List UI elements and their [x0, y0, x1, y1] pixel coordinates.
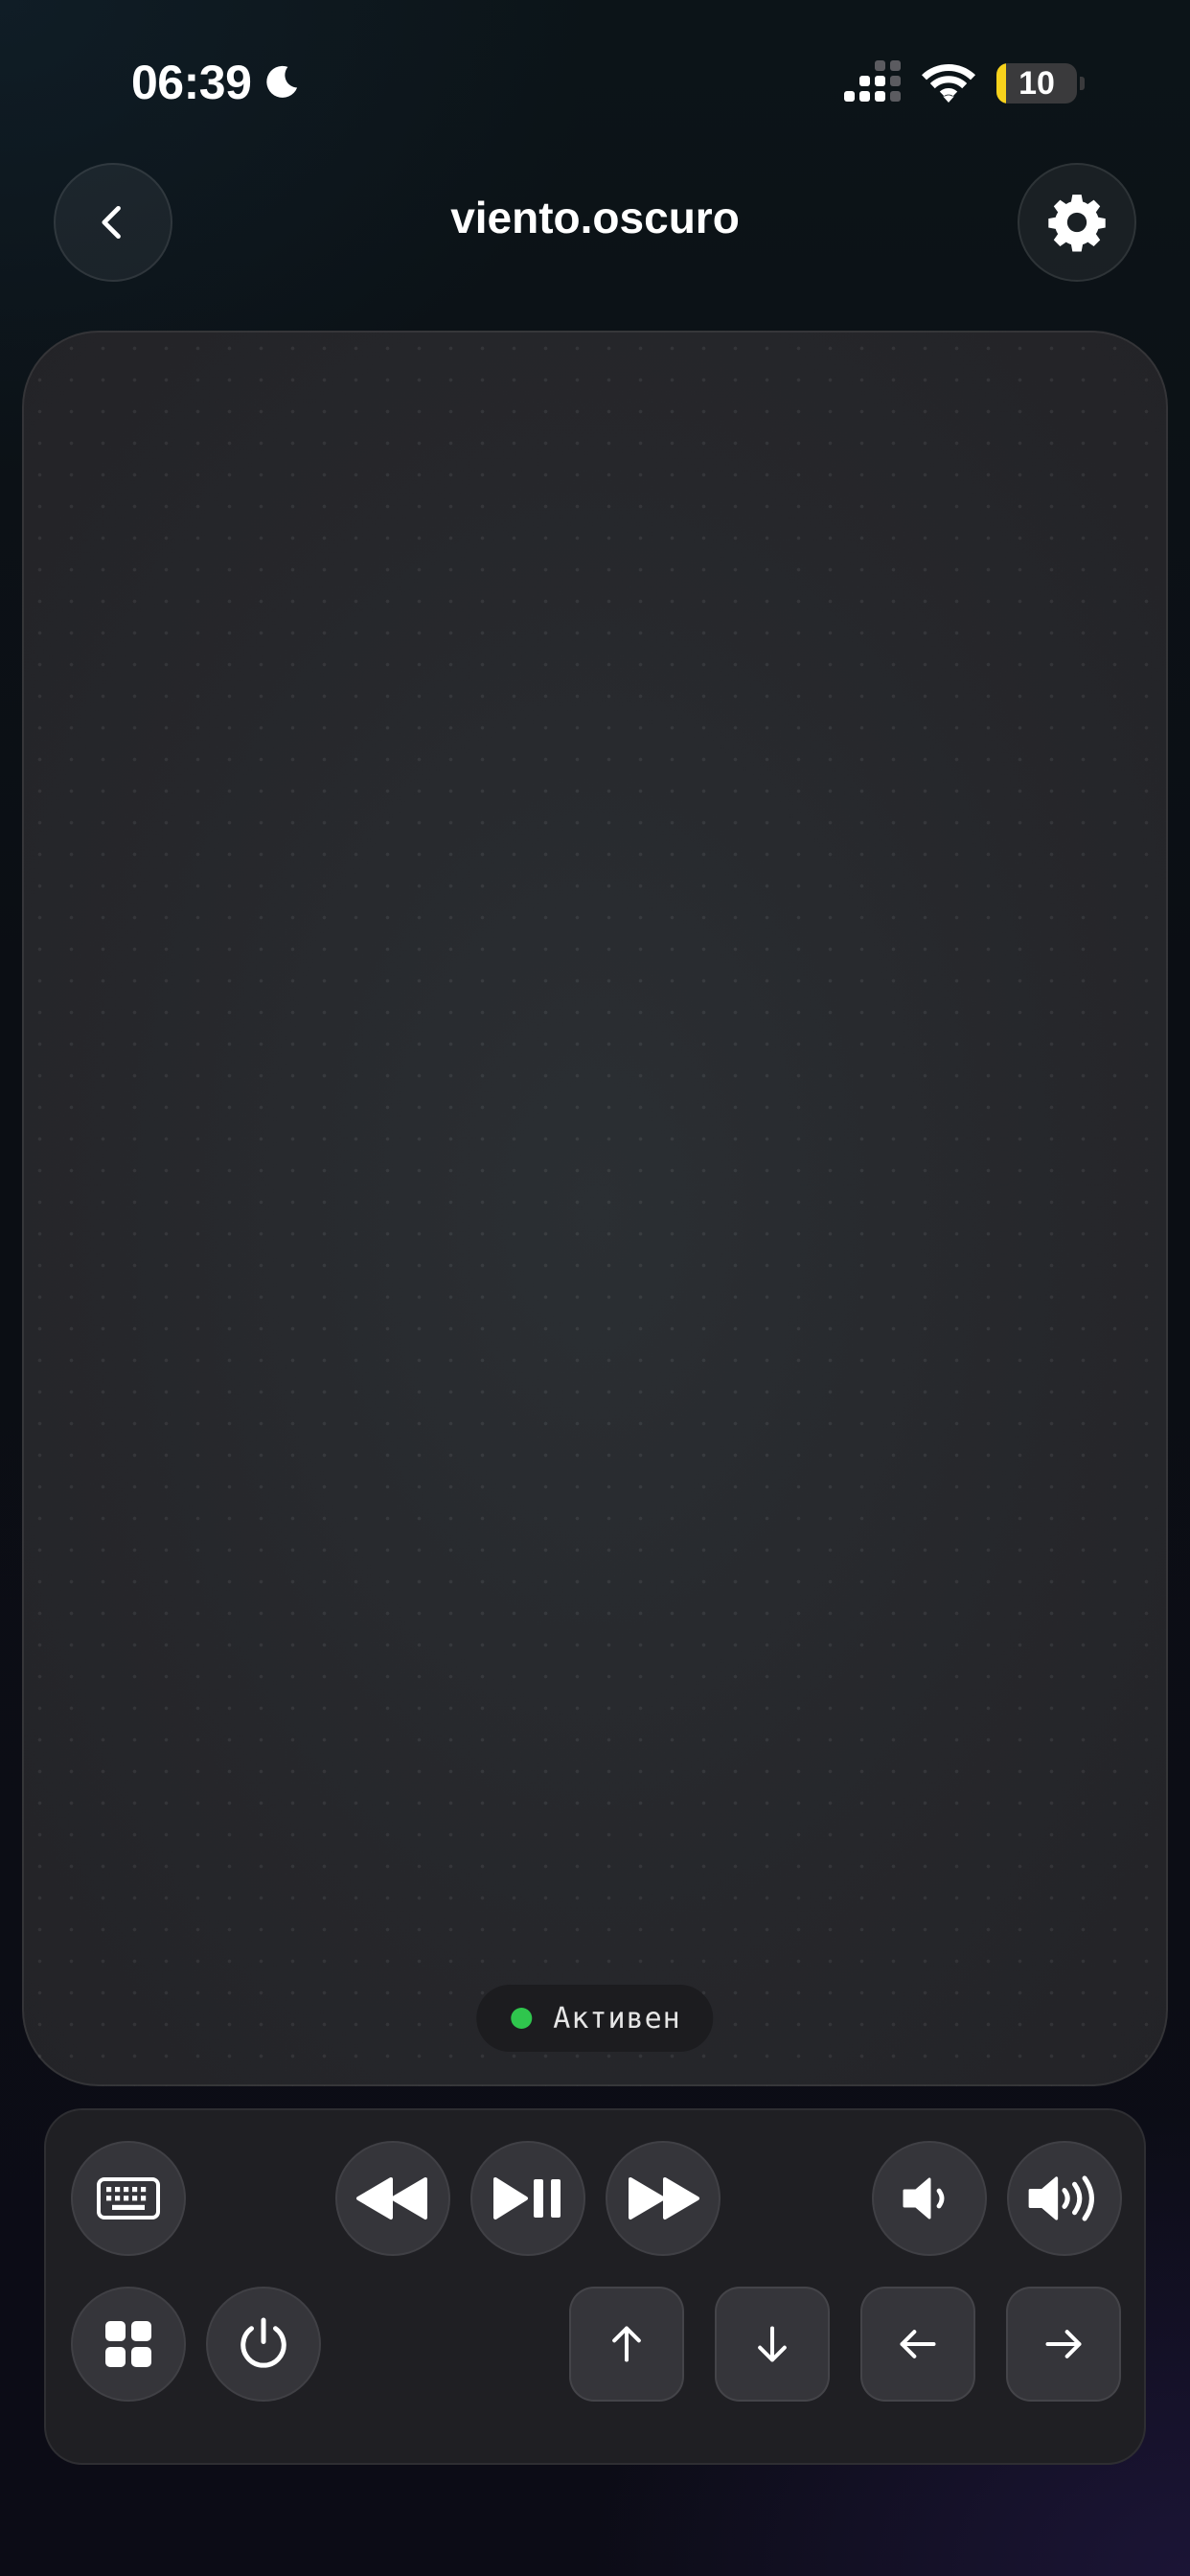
arrow-down-icon: [758, 2326, 787, 2362]
battery-tip: [1080, 77, 1085, 90]
battery-icon: 10: [996, 63, 1077, 104]
control-panel: [44, 2108, 1146, 2465]
arrow-right-button[interactable]: [1006, 2287, 1121, 2402]
rewind-icon: [356, 2177, 427, 2220]
power-button[interactable]: [206, 2287, 321, 2402]
volume-up-button[interactable]: [1007, 2141, 1122, 2256]
battery-level: 10: [1018, 64, 1055, 102]
keyboard-icon: [97, 2177, 160, 2220]
power-icon: [240, 2317, 286, 2368]
arrow-down-button[interactable]: [715, 2287, 830, 2402]
volume-down-button[interactable]: [872, 2141, 987, 2256]
cellular-signal-icon: [844, 60, 901, 102]
arrow-up-icon: [612, 2326, 641, 2362]
rewind-button[interactable]: [335, 2141, 450, 2256]
connection-status-text: Активен: [553, 2001, 681, 2036]
arrow-up-button[interactable]: [569, 2287, 684, 2402]
settings-button[interactable]: [1018, 163, 1136, 282]
touchpad-area[interactable]: Активен: [22, 331, 1168, 2086]
volume-down-icon: [903, 2177, 945, 2220]
volume-up-icon: [1028, 2175, 1094, 2221]
play-pause-icon: [493, 2177, 561, 2220]
connection-status-badge: Активен: [476, 1985, 714, 2052]
wifi-icon: [922, 64, 975, 103]
arrow-left-button[interactable]: [860, 2287, 975, 2402]
apps-button[interactable]: [71, 2287, 186, 2402]
fast-forward-button[interactable]: [606, 2141, 721, 2256]
gear-icon: [1048, 195, 1106, 252]
keyboard-button[interactable]: [71, 2141, 186, 2256]
status-time: 06:39: [131, 54, 303, 111]
status-dot-icon: [511, 2008, 533, 2029]
fast-forward-icon: [629, 2177, 699, 2220]
apps-grid-icon: [105, 2321, 151, 2367]
page-title: viento.oscuro: [450, 193, 740, 242]
moon-icon: [266, 65, 298, 98]
play-pause-button[interactable]: [470, 2141, 585, 2256]
status-indicators: 10: [844, 59, 1085, 107]
arrow-left-icon: [900, 2330, 936, 2358]
arrow-right-icon: [1045, 2330, 1082, 2358]
clock-text: 06:39: [131, 56, 252, 109]
